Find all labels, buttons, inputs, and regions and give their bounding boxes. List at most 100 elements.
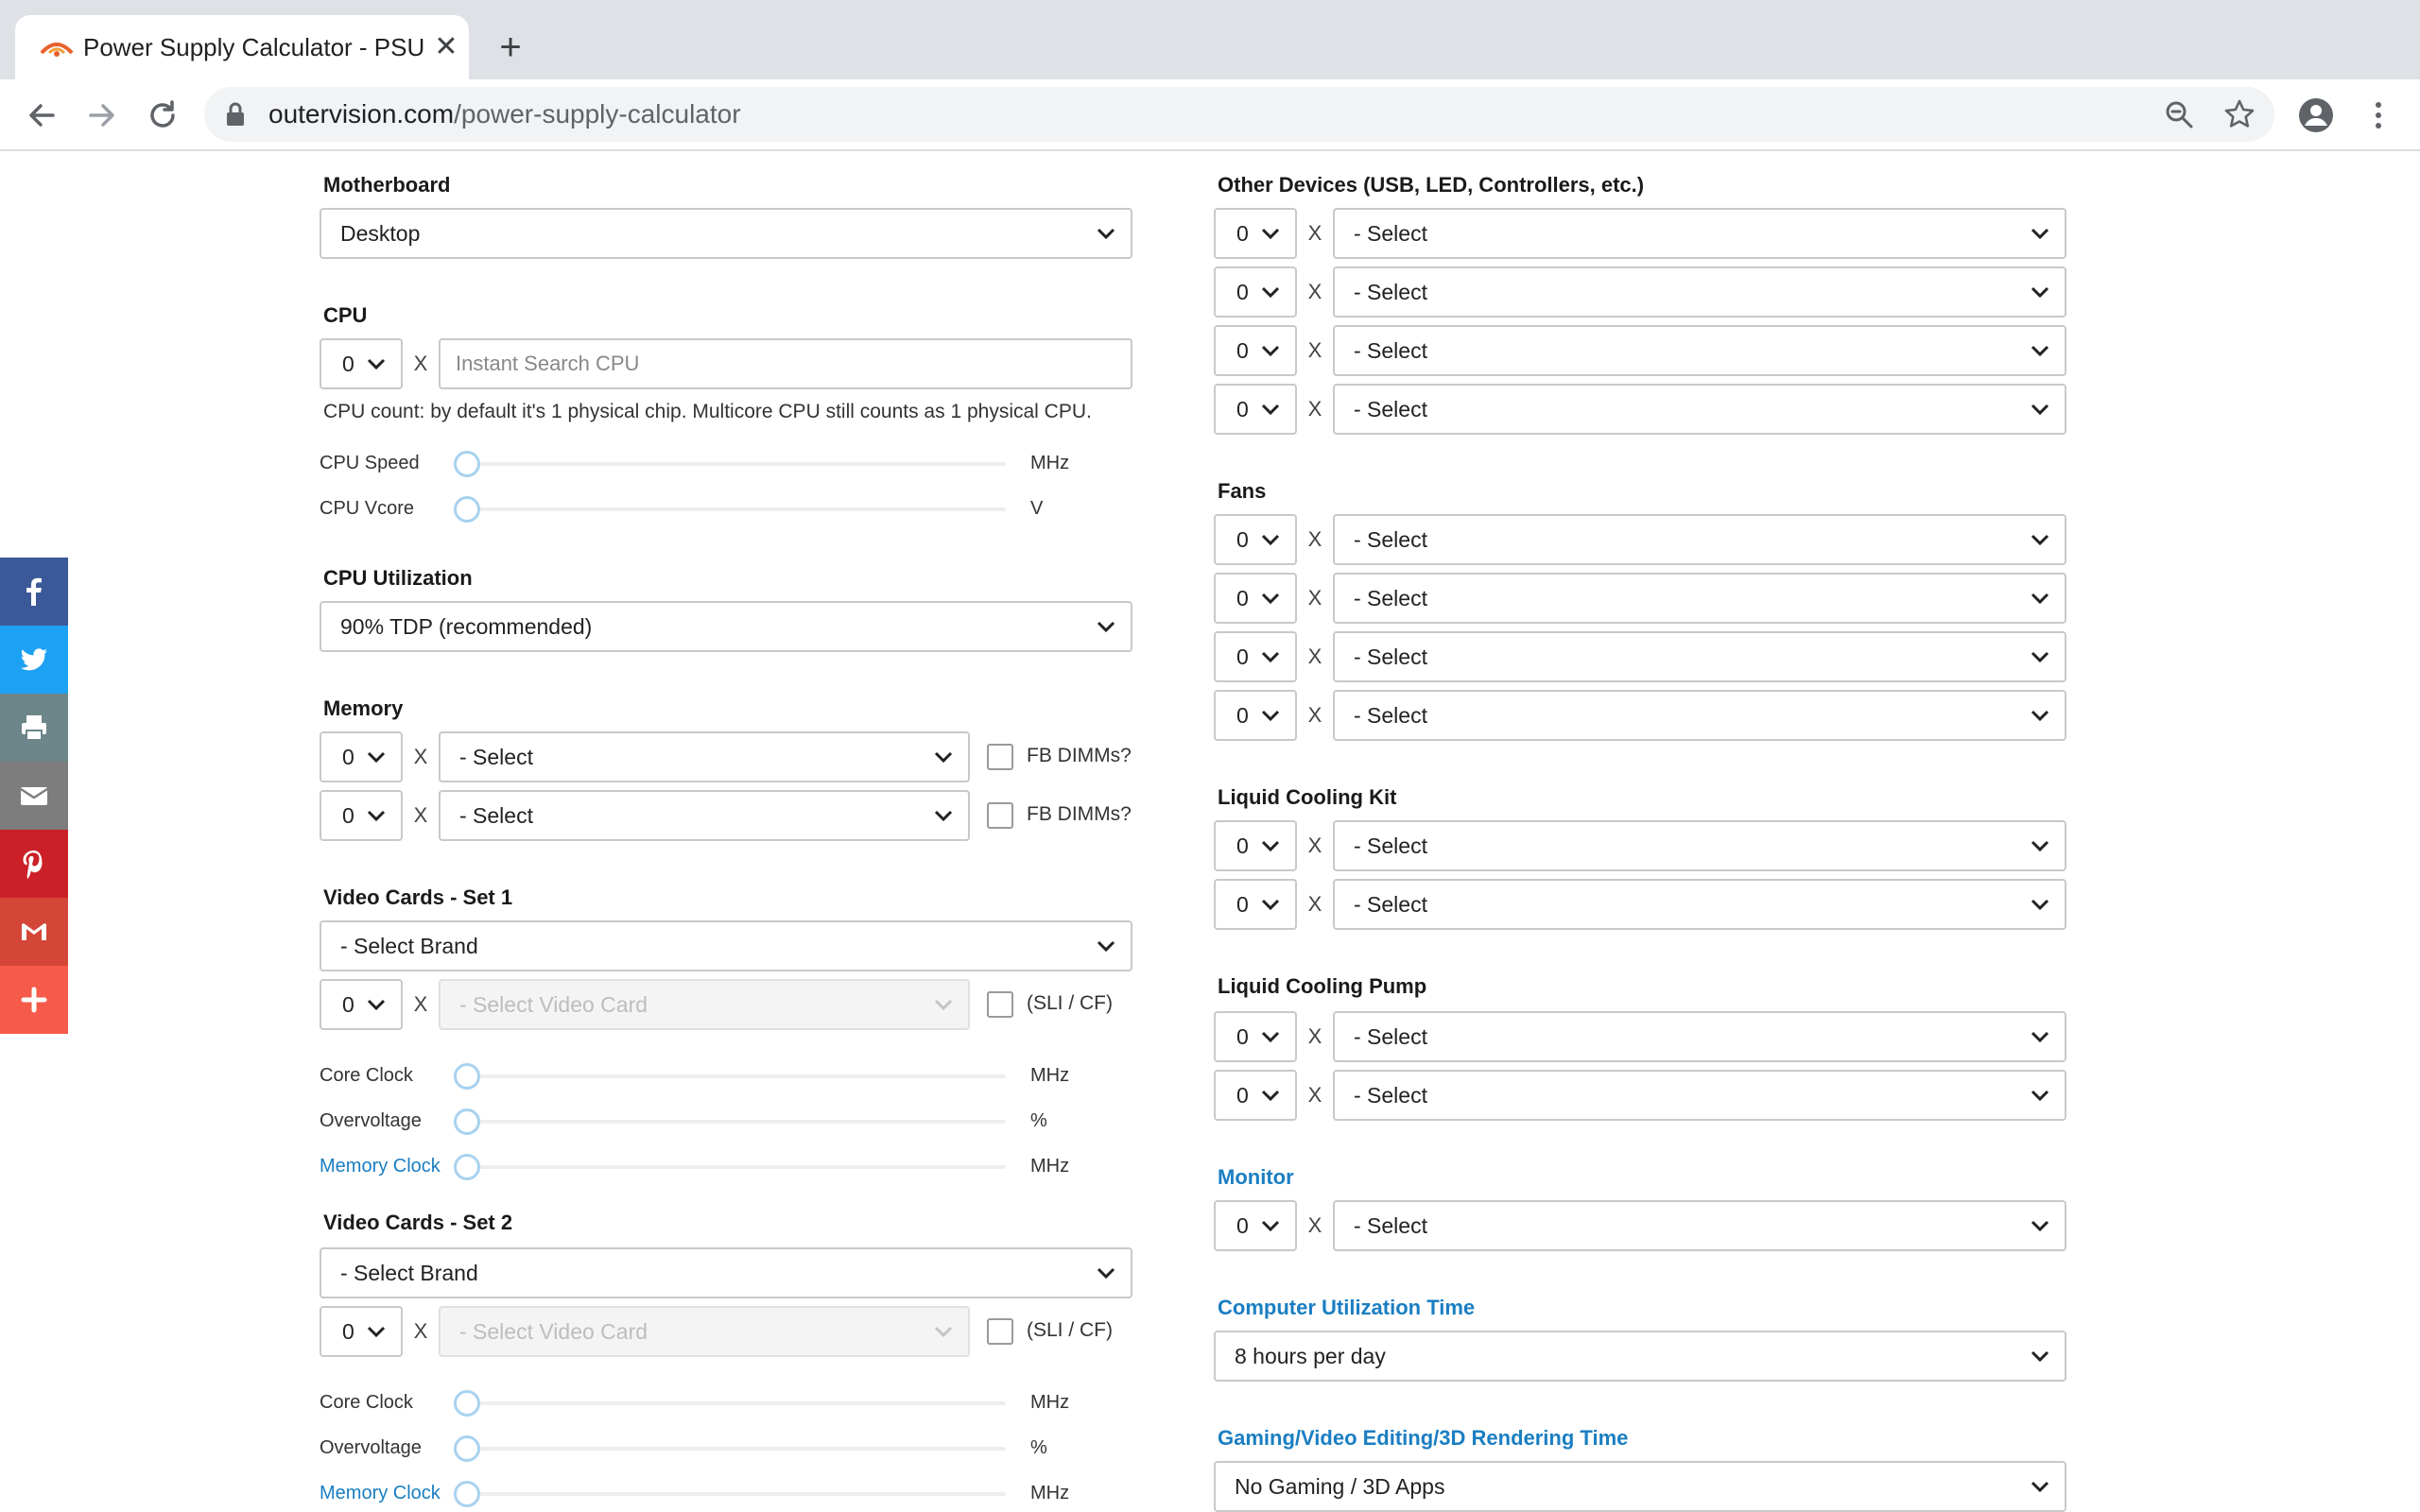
menu-kebab-icon[interactable] bbox=[2360, 96, 2397, 134]
cooling-kit-count-select-2[interactable]: 0 bbox=[1214, 879, 1297, 930]
select-value: - Select bbox=[1354, 1083, 1427, 1108]
video-set2-memory-clock-slider-handle[interactable] bbox=[454, 1481, 480, 1507]
video-set2-overvoltage-slider-handle[interactable] bbox=[454, 1435, 480, 1462]
fans-count-select-2[interactable]: 0 bbox=[1214, 573, 1297, 624]
video-set2-brand-value: - Select Brand bbox=[340, 1261, 478, 1285]
video-set2-sli-checkbox[interactable] bbox=[987, 1318, 1013, 1345]
count-value: 0 bbox=[1236, 397, 1249, 421]
chevron-down-icon bbox=[934, 999, 953, 1011]
fans-select-2[interactable]: - Select bbox=[1333, 573, 2066, 624]
video-set2-label: Video Cards - Set 2 bbox=[323, 1211, 513, 1234]
other-devices-select-4[interactable]: - Select bbox=[1333, 384, 2066, 435]
select-value: - Select bbox=[1354, 703, 1427, 728]
monitor-count-select[interactable]: 0 bbox=[1214, 1200, 1297, 1251]
memory-type-select-1[interactable]: - Select bbox=[439, 731, 970, 782]
gaming-time-select[interactable]: No Gaming / 3D Apps bbox=[1214, 1461, 2066, 1512]
reload-icon[interactable] bbox=[144, 96, 182, 134]
other-devices-count-select-1[interactable]: 0 bbox=[1214, 208, 1297, 259]
video-set2-brand-select[interactable]: - Select Brand bbox=[320, 1247, 1132, 1298]
video-set1-count-select[interactable]: 0 bbox=[320, 979, 403, 1030]
psu-calculator-form: Motherboard Desktop CPU 0 X Instant Sear… bbox=[0, 151, 2420, 1512]
count-value: 0 bbox=[1236, 892, 1249, 917]
computer-utilization-time-link[interactable]: Computer Utilization Time bbox=[1218, 1295, 1475, 1321]
multiply-sign: X bbox=[1307, 397, 1322, 421]
video-set2-memory-clock-link[interactable]: Memory Clock bbox=[320, 1480, 441, 1506]
count-value: 0 bbox=[1236, 527, 1249, 552]
cpu-search-input[interactable]: Instant Search CPU bbox=[439, 338, 1132, 389]
cooling-pump-count-select-2[interactable]: 0 bbox=[1214, 1070, 1297, 1121]
fb-dimms-checkbox-2[interactable] bbox=[987, 802, 1013, 829]
chevron-down-icon bbox=[2031, 1350, 2049, 1363]
cooling-pump-count-select-1[interactable]: 0 bbox=[1214, 1011, 1297, 1062]
cpu-count-note: CPU count: by default it's 1 physical ch… bbox=[323, 401, 1092, 422]
cooling-pump-select-1[interactable]: - Select bbox=[1333, 1011, 2066, 1062]
close-tab-icon[interactable]: ✕ bbox=[431, 32, 461, 62]
video-set2-card-value: - Select Video Card bbox=[459, 1319, 648, 1344]
memory-type-select-2[interactable]: - Select bbox=[439, 790, 970, 841]
cpu-count-select[interactable]: 0 bbox=[320, 338, 403, 389]
other-devices-select-2[interactable]: - Select bbox=[1333, 266, 2066, 318]
count-value: 0 bbox=[1236, 703, 1249, 728]
back-arrow-icon[interactable] bbox=[23, 96, 60, 134]
video-set1-overvoltage-slider-handle[interactable] bbox=[454, 1108, 480, 1135]
zoom-icon[interactable] bbox=[2163, 98, 2195, 130]
other-devices-count-select-2[interactable]: 0 bbox=[1214, 266, 1297, 318]
browser-tab[interactable]: Power Supply Calculator - PSU ✕ bbox=[15, 15, 469, 79]
video-set1-core-clock-label: Core Clock bbox=[320, 1065, 413, 1086]
video-set1-sli-checkbox[interactable] bbox=[987, 991, 1013, 1018]
chevron-down-icon bbox=[367, 810, 386, 822]
cpu-speed-slider-handle[interactable] bbox=[454, 451, 480, 477]
gaming-time-link[interactable]: Gaming/Video Editing/3D Rendering Time bbox=[1218, 1425, 1628, 1452]
video-set2-card-select[interactable]: - Select Video Card bbox=[439, 1306, 970, 1357]
video-set2-core-clock-slider-handle[interactable] bbox=[454, 1390, 480, 1417]
computer-utilization-time-select[interactable]: 8 hours per day bbox=[1214, 1331, 2066, 1382]
video-set1-memory-clock-link[interactable]: Memory Clock bbox=[320, 1153, 441, 1179]
chevron-down-icon bbox=[1261, 534, 1280, 546]
video-set1-core-clock-slider-handle[interactable] bbox=[454, 1063, 480, 1090]
select-value: - Select bbox=[1354, 833, 1427, 858]
fans-count-select-1[interactable]: 0 bbox=[1214, 514, 1297, 565]
fans-count-select-4[interactable]: 0 bbox=[1214, 690, 1297, 741]
chevron-down-icon bbox=[367, 999, 386, 1011]
fans-select-3[interactable]: - Select bbox=[1333, 631, 2066, 682]
cpu-utilization-select[interactable]: 90% TDP (recommended) bbox=[320, 601, 1132, 652]
cooling-pump-select-2[interactable]: - Select bbox=[1333, 1070, 2066, 1121]
cooling-kit-count-select-1[interactable]: 0 bbox=[1214, 820, 1297, 871]
monitor-select[interactable]: - Select bbox=[1333, 1200, 2066, 1251]
video-set2-overvoltage-label: Overvoltage bbox=[320, 1437, 422, 1458]
multiply-sign: X bbox=[413, 803, 428, 827]
other-devices-count-select-4[interactable]: 0 bbox=[1214, 384, 1297, 435]
monitor-link[interactable]: Monitor bbox=[1218, 1164, 1294, 1191]
address-bar[interactable]: outervision.com/power-supply-calculator bbox=[204, 87, 2274, 142]
fb-dimms-checkbox-1[interactable] bbox=[987, 744, 1013, 770]
cpu-vcore-slider-handle[interactable] bbox=[454, 496, 480, 523]
multiply-sign: X bbox=[1307, 1083, 1322, 1107]
cooling-kit-select-2[interactable]: - Select bbox=[1333, 879, 2066, 930]
video-set2-count-select[interactable]: 0 bbox=[320, 1306, 403, 1357]
video-set1-brand-select[interactable]: - Select Brand bbox=[320, 920, 1132, 971]
video-set2-core-clock-track bbox=[454, 1401, 1006, 1405]
motherboard-select[interactable]: Desktop bbox=[320, 208, 1132, 259]
video-set1-card-value: - Select Video Card bbox=[459, 992, 648, 1017]
video-set1-memory-clock-slider-handle[interactable] bbox=[454, 1154, 480, 1180]
chevron-down-icon bbox=[2031, 534, 2049, 546]
cooling-kit-select-1[interactable]: - Select bbox=[1333, 820, 2066, 871]
fans-select-1[interactable]: - Select bbox=[1333, 514, 2066, 565]
fb-dimms-label: FB DIMMs? bbox=[1027, 803, 1132, 825]
profile-avatar-icon[interactable] bbox=[2297, 96, 2335, 134]
memory-count-select-2[interactable]: 0 bbox=[320, 790, 403, 841]
other-devices-select-3[interactable]: - Select bbox=[1333, 325, 2066, 376]
other-devices-count-select-3[interactable]: 0 bbox=[1214, 325, 1297, 376]
count-value: 0 bbox=[1236, 644, 1249, 669]
chevron-down-icon bbox=[934, 810, 953, 822]
liquid-cooling-kit-label: Liquid Cooling Kit bbox=[1218, 785, 1397, 809]
multiply-sign: X bbox=[1307, 892, 1322, 916]
memory-count-select-1[interactable]: 0 bbox=[320, 731, 403, 782]
forward-arrow-icon[interactable] bbox=[83, 96, 121, 134]
fans-select-4[interactable]: - Select bbox=[1333, 690, 2066, 741]
other-devices-select-1[interactable]: - Select bbox=[1333, 208, 2066, 259]
fans-count-select-3[interactable]: 0 bbox=[1214, 631, 1297, 682]
video-set1-card-select[interactable]: - Select Video Card bbox=[439, 979, 970, 1030]
bookmark-star-icon[interactable] bbox=[2223, 98, 2256, 130]
new-tab-button[interactable]: + bbox=[492, 28, 529, 66]
